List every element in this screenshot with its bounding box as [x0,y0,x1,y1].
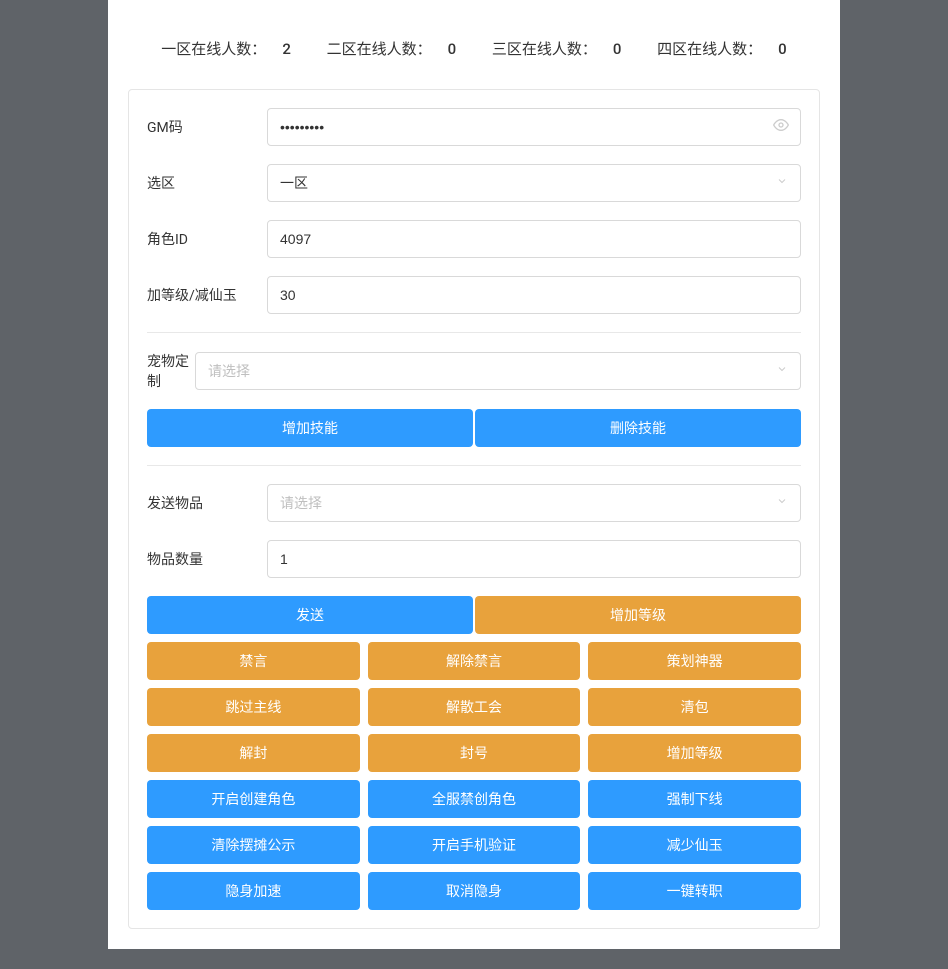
item-qty-label: 物品数量 [147,549,267,569]
level-label: 加等级/减仙玉 [147,285,267,305]
add-level-button[interactable]: 增加等级 [475,596,801,634]
enable-create-role-button[interactable]: 开启创建角色 [147,780,360,818]
zone-label: 选区 [147,173,267,193]
send-item-placeholder: 请选择 [280,493,322,513]
chevron-down-icon [776,175,788,191]
stealth-speedup-button[interactable]: 隐身加速 [147,872,360,910]
zone2-stat: 二区在线人数：0 [319,40,465,58]
unban-button[interactable]: 解封 [147,734,360,772]
ban-button[interactable]: 封号 [368,734,581,772]
role-id-label: 角色ID [147,229,267,249]
chevron-down-icon [776,495,788,511]
force-offline-button[interactable]: 强制下线 [588,780,801,818]
cancel-stealth-button[interactable]: 取消隐身 [368,872,581,910]
zone-select-value: 一区 [280,173,308,193]
clear-stall-button[interactable]: 清除摆摊公示 [147,826,360,864]
eye-icon[interactable] [773,117,789,137]
skip-main-button[interactable]: 跳过主线 [147,688,360,726]
add-skill-button[interactable]: 增加技能 [147,409,473,447]
divider [147,332,801,333]
send-button[interactable]: 发送 [147,596,473,634]
send-item-select[interactable]: 请选择 [267,484,801,522]
header-stats: 一区在线人数：2 二区在线人数：0 三区在线人数：0 四区在线人数：0 [128,20,820,89]
item-qty-input[interactable] [267,540,801,578]
add-level-2-button[interactable]: 增加等级 [588,734,801,772]
zone1-stat: 一区在线人数：2 [153,40,299,58]
pet-custom-placeholder: 请选择 [208,361,250,381]
gm-code-input[interactable] [267,108,801,146]
clear-bag-button[interactable]: 清包 [588,688,801,726]
pet-custom-select[interactable]: 请选择 [195,352,801,390]
chevron-down-icon [776,363,788,379]
delete-skill-button[interactable]: 删除技能 [475,409,801,447]
main-container: 一区在线人数：2 二区在线人数：0 三区在线人数：0 四区在线人数：0 GM码 … [108,0,840,949]
zone4-stat: 四区在线人数：0 [649,40,795,58]
disable-create-role-button[interactable]: 全服禁创角色 [368,780,581,818]
reduce-xianyu-button[interactable]: 减少仙玉 [588,826,801,864]
zone-select[interactable]: 一区 [267,164,801,202]
pet-custom-label: 宠物定制 [147,351,195,391]
mute-button[interactable]: 禁言 [147,642,360,680]
unmute-button[interactable]: 解除禁言 [368,642,581,680]
one-click-job-change-button[interactable]: 一键转职 [588,872,801,910]
enable-phone-verify-button[interactable]: 开启手机验证 [368,826,581,864]
disband-guild-button[interactable]: 解散工会 [368,688,581,726]
send-item-label: 发送物品 [147,493,267,513]
divider [147,465,801,466]
gm-code-label: GM码 [147,117,267,137]
role-id-input[interactable] [267,220,801,258]
form-section: GM码 选区 一区 角色ID [128,89,820,929]
planner-artifact-button[interactable]: 策划神器 [588,642,801,680]
zone3-stat: 三区在线人数：0 [484,40,630,58]
level-input[interactable] [267,276,801,314]
